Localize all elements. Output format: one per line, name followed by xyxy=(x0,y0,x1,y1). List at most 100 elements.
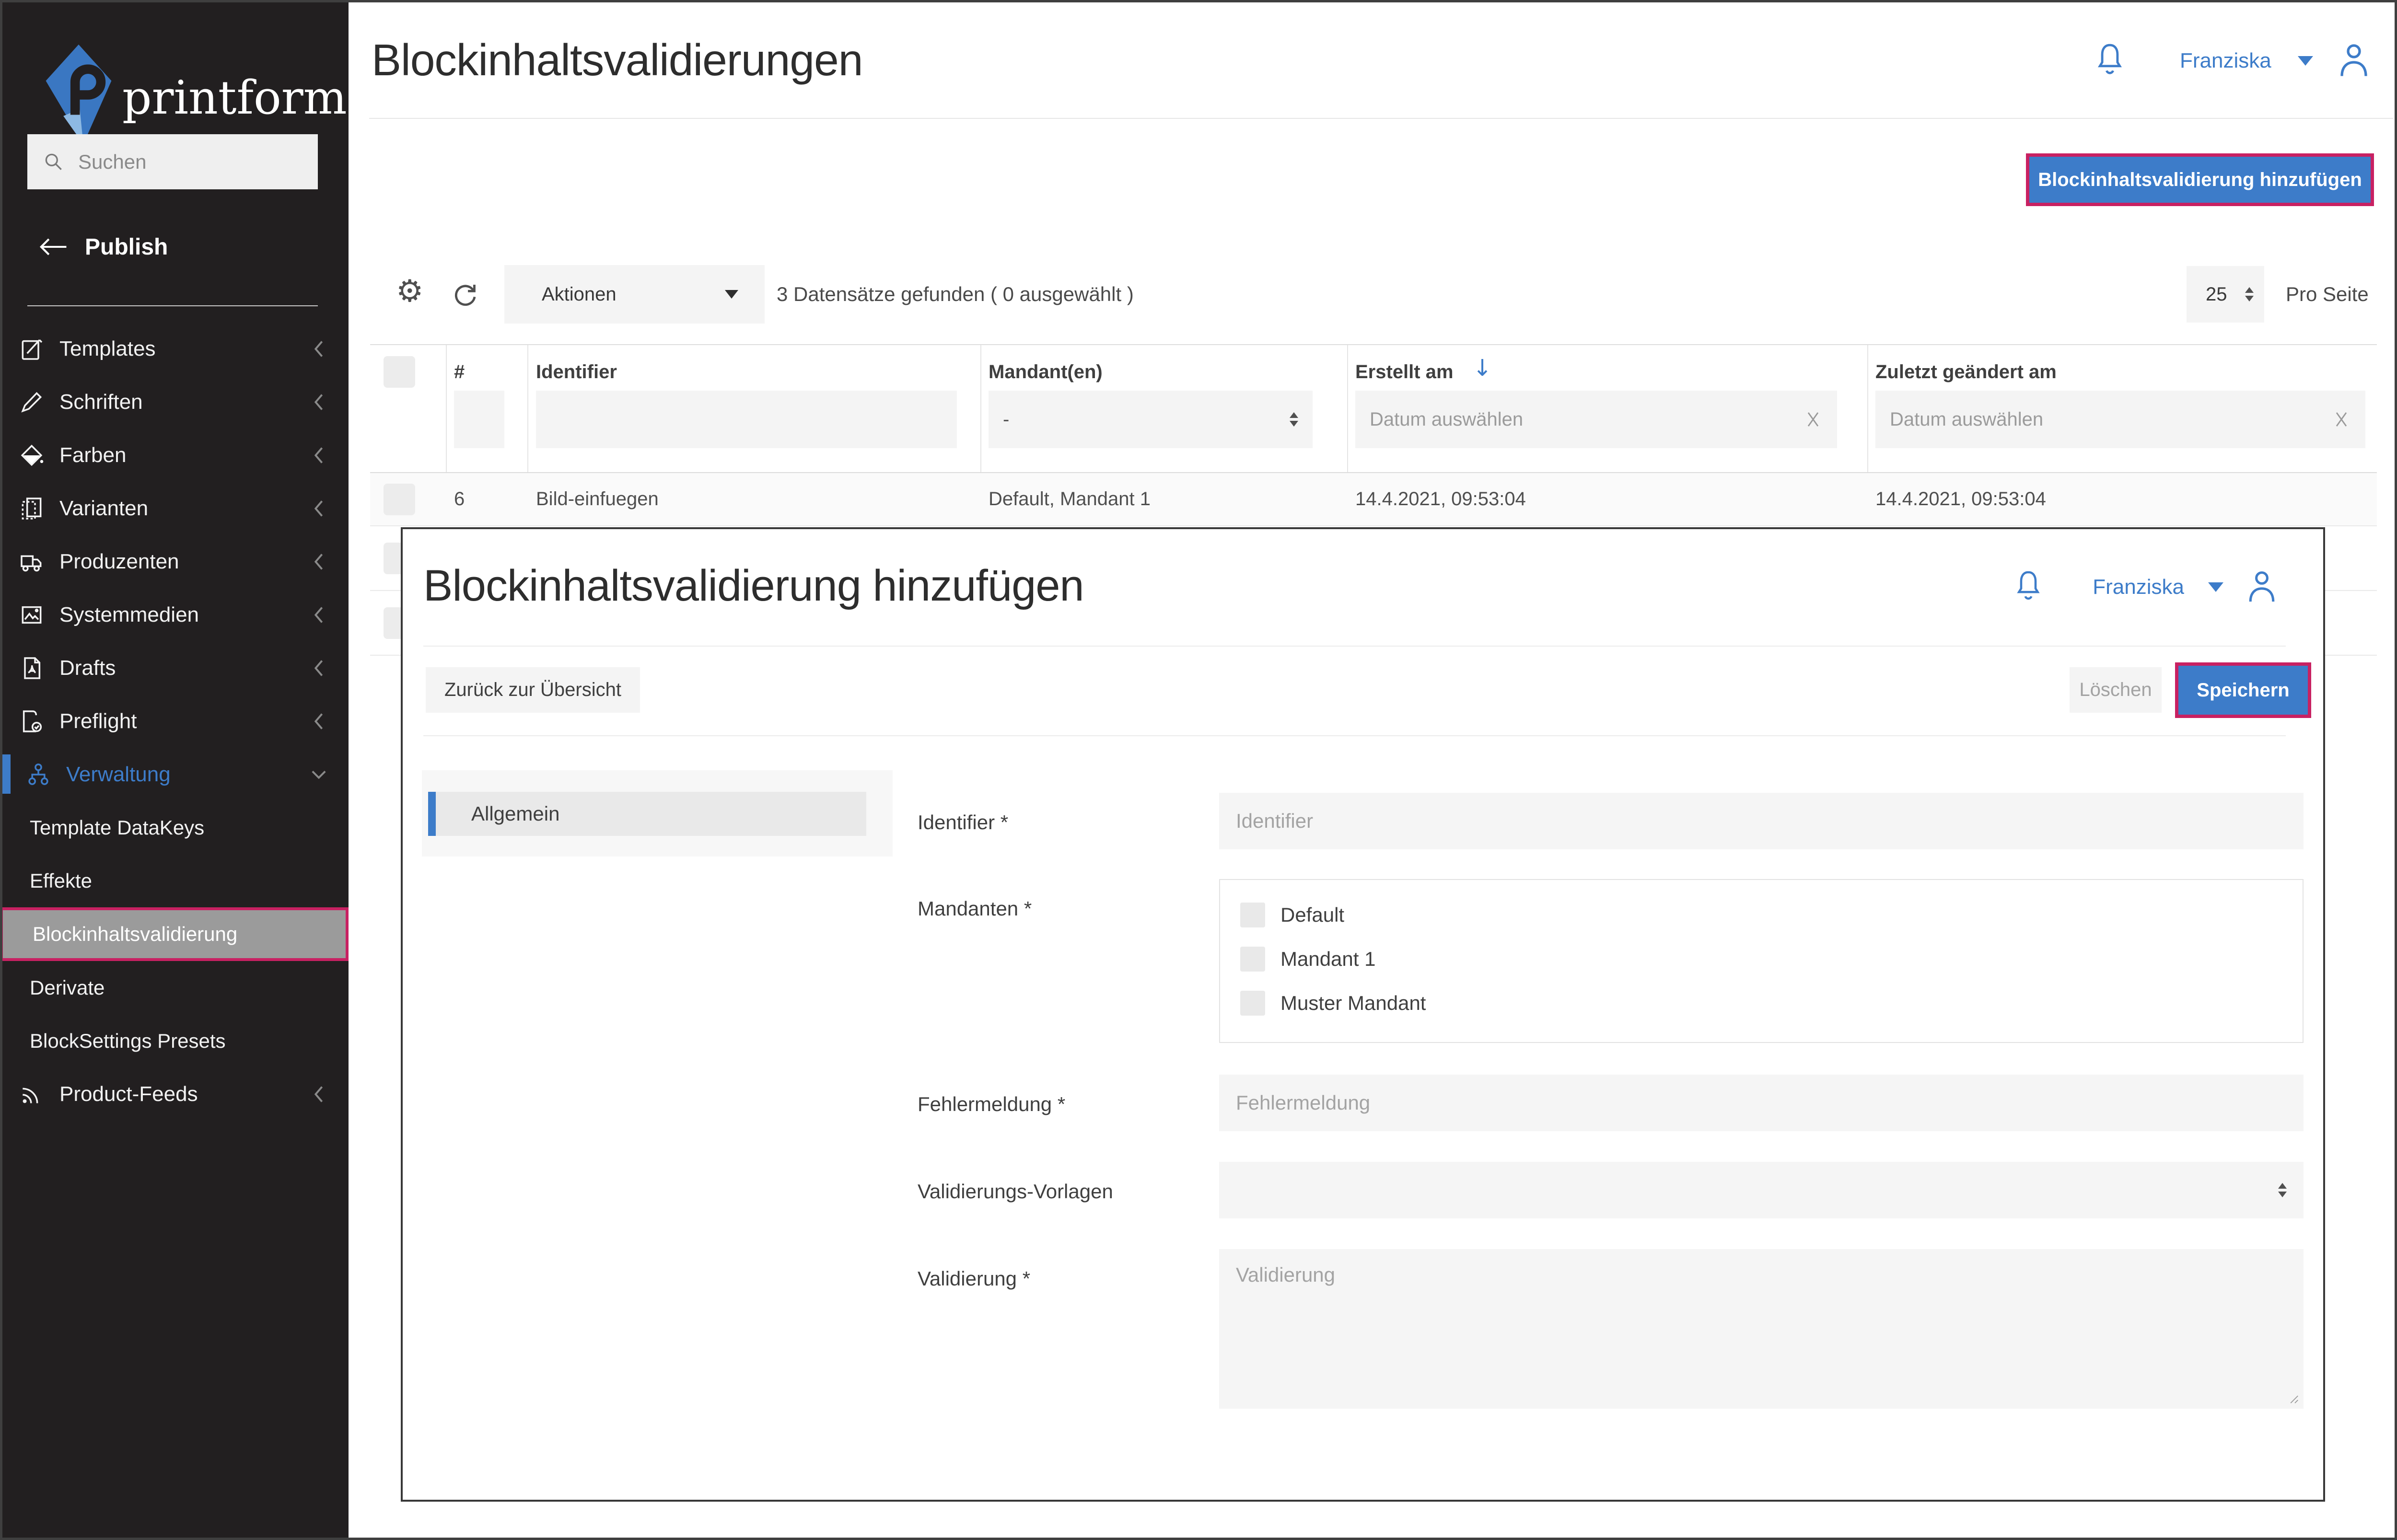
chevron-left-icon xyxy=(308,1081,329,1108)
chevron-left-icon xyxy=(308,655,329,682)
search-placeholder: Suchen xyxy=(78,150,147,173)
column-header-created[interactable]: Erstellt am xyxy=(1355,358,1454,386)
sidebar-item-effekte[interactable]: Effekte xyxy=(0,854,349,907)
back-to-publish-link[interactable]: Publish xyxy=(38,220,168,273)
per-page-select[interactable]: 25 xyxy=(2187,266,2264,323)
sidebar: printformer Suchen Publish Templates Sch… xyxy=(0,0,396,1540)
mandant-option[interactable]: Mandant 1 xyxy=(1220,942,2303,976)
sidebar-item-verwaltung[interactable]: Verwaltung xyxy=(0,748,349,801)
printformer-logo-icon xyxy=(43,42,114,148)
sidebar-item-schriften[interactable]: Schriften xyxy=(0,375,349,428)
vorlagen-label: Validierungs-Vorlagen xyxy=(918,1180,1113,1203)
header-user-area: Franziska xyxy=(2093,39,2373,82)
add-validation-modal: Blockinhaltsvalidierung hinzufügen Franz… xyxy=(401,527,2325,1502)
fehlermeldung-label: Fehlermeldung * xyxy=(918,1093,1066,1115)
vorlagen-select[interactable] xyxy=(1219,1162,2304,1218)
modal-toolbar-divider xyxy=(423,735,2286,736)
pencil-icon xyxy=(18,389,45,416)
table-top-border xyxy=(370,344,2377,345)
active-indicator-bar xyxy=(0,754,11,794)
back-to-overview-button[interactable]: Zurück zur Übersicht xyxy=(426,667,640,713)
actions-dropdown[interactable]: Aktionen xyxy=(504,265,765,324)
paint-bucket-icon xyxy=(18,442,45,469)
sidebar-item-blockinhaltsvalidierung[interactable]: Blockinhaltsvalidierung xyxy=(0,907,349,961)
user-name[interactable]: Franziska xyxy=(2093,575,2184,599)
sidebar-item-systemmedien[interactable]: Systemmedien xyxy=(0,588,349,641)
delete-button[interactable]: Löschen xyxy=(2070,667,2162,713)
arrow-left-icon xyxy=(38,235,69,259)
search-icon xyxy=(42,150,66,174)
sidebar-item-varianten[interactable]: Varianten xyxy=(0,482,349,535)
records-status: 3 Datensätze gefunden ( 0 ausgewählt ) xyxy=(777,283,1134,305)
user-name[interactable]: Franziska xyxy=(2180,49,2271,73)
sort-down-icon[interactable]: ↓ xyxy=(1473,355,1492,382)
image-icon xyxy=(18,602,45,628)
identifier-input[interactable]: Identifier xyxy=(1219,793,2304,849)
validierung-textarea[interactable]: Validierung xyxy=(1219,1249,2304,1409)
chevron-left-icon xyxy=(308,602,329,628)
sidebar-item-template-datakeys[interactable]: Template DataKeys xyxy=(0,801,349,854)
sidebar-divider xyxy=(27,305,318,306)
mandant-filter-select[interactable]: - xyxy=(989,391,1313,448)
resize-handle-icon[interactable] xyxy=(2285,1390,2300,1405)
column-header-identifier[interactable]: Identifier xyxy=(536,358,617,386)
chevron-left-icon xyxy=(308,495,329,522)
chevron-left-icon xyxy=(308,548,329,575)
bell-icon[interactable] xyxy=(2012,567,2045,607)
sidebar-item-farben[interactable]: Farben xyxy=(0,428,349,482)
sidebar-item-derivate[interactable]: Derivate xyxy=(0,961,349,1014)
table-row[interactable]: 6 Bild-einfuegen Default, Mandant 1 14.4… xyxy=(370,473,2377,526)
id-filter-input[interactable] xyxy=(454,391,504,448)
modal-title-divider xyxy=(423,646,2286,647)
sidebar-item-produzenten[interactable]: Produzenten xyxy=(0,535,349,588)
clear-x-icon[interactable] xyxy=(1804,407,1823,431)
sidebar-item-templates[interactable]: Templates xyxy=(0,322,349,375)
column-header-updated[interactable]: Zuletzt geändert am xyxy=(1875,358,2057,386)
user-avatar-icon[interactable] xyxy=(2244,567,2280,608)
mandanten-label: Mandanten * xyxy=(918,897,1032,920)
bell-icon[interactable] xyxy=(2093,40,2127,81)
modal-user-area: Franziska xyxy=(2012,567,2280,608)
edit-square-icon xyxy=(18,336,45,362)
settings-gear-icon[interactable]: ⚙ xyxy=(396,276,423,307)
identifier-filter-input[interactable] xyxy=(536,391,957,448)
mandant-option[interactable]: Default xyxy=(1220,898,2303,932)
select-all-checkbox[interactable] xyxy=(384,356,415,388)
fehlermeldung-input[interactable]: Fehlermeldung xyxy=(1219,1075,2304,1131)
checkbox-icon[interactable] xyxy=(1240,947,1265,972)
rss-feed-icon xyxy=(18,1081,45,1108)
identifier-label: Identifier * xyxy=(918,811,1009,834)
sidebar-item-drafts[interactable]: Drafts xyxy=(0,641,349,695)
column-header-id[interactable]: # xyxy=(454,358,465,386)
chevron-left-icon xyxy=(308,708,329,735)
user-avatar-icon[interactable] xyxy=(2335,39,2373,82)
modal-title: Blockinhaltsvalidierung hinzufügen xyxy=(423,561,1084,610)
back-label: Publish xyxy=(85,234,168,260)
sidebar-item-preflight[interactable]: Preflight xyxy=(0,695,349,748)
sidebar-item-product-feeds[interactable]: Product-Feeds xyxy=(0,1067,349,1121)
checkbox-icon[interactable] xyxy=(1240,991,1265,1016)
pdf-file-icon xyxy=(18,655,45,682)
search-input[interactable]: Suchen xyxy=(27,134,318,189)
org-chart-icon xyxy=(25,761,52,788)
dropdown-caret-icon xyxy=(725,290,738,299)
clear-x-icon[interactable] xyxy=(2332,407,2351,431)
created-date-filter-input[interactable]: Datum auswählen xyxy=(1355,391,1837,448)
sidebar-item-blocksettings-presets[interactable]: BlockSettings Presets xyxy=(0,1014,349,1067)
updated-date-filter-input[interactable]: Datum auswählen xyxy=(1875,391,2365,448)
row-checkbox[interactable] xyxy=(384,484,415,515)
column-header-mandanten[interactable]: Mandant(en) xyxy=(989,358,1103,386)
add-blockinhaltsvalidierung-button[interactable]: Blockinhaltsvalidierung hinzufügen xyxy=(2026,153,2374,206)
refresh-icon[interactable] xyxy=(450,279,480,310)
save-button[interactable]: Speichern xyxy=(2175,662,2311,718)
user-menu-caret-icon[interactable] xyxy=(2208,582,2223,592)
checkbox-icon[interactable] xyxy=(1240,903,1265,927)
spinner-arrows-icon xyxy=(1290,412,1298,427)
user-menu-caret-icon[interactable] xyxy=(2297,56,2313,66)
tab-allgemein[interactable]: Allgemein xyxy=(428,792,866,836)
truck-icon xyxy=(18,548,45,575)
active-tab-bar xyxy=(428,792,436,836)
chevron-left-icon xyxy=(308,442,329,469)
mandant-option[interactable]: Muster Mandant xyxy=(1220,986,2303,1020)
chevron-down-icon xyxy=(308,761,329,788)
